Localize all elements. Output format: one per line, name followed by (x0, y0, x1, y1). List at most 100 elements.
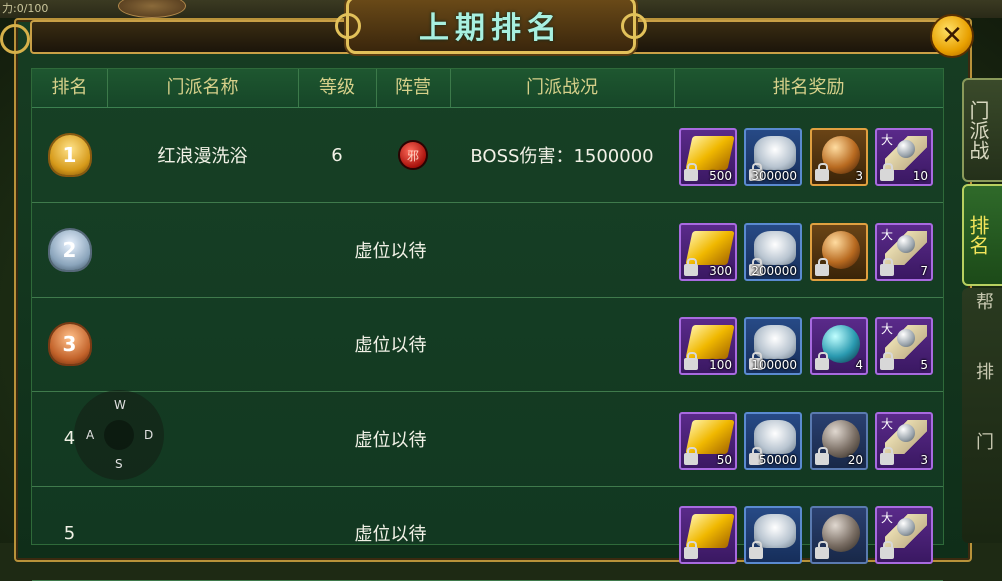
reward-count: 500 (709, 169, 732, 183)
rank-medal-icon: 1 (49, 135, 90, 175)
rank-cell: 1 (32, 108, 107, 202)
side-partial-2[interactable]: 排 (976, 358, 994, 384)
reward-count: 100000 (751, 358, 797, 372)
header-rewards: 排名奖励 (772, 77, 845, 98)
side-partial-3[interactable]: 门 (976, 428, 994, 454)
lock-icon (880, 541, 894, 559)
joystick-key-d: D (144, 428, 154, 442)
faction-cell: 邪 (376, 108, 450, 202)
sect-level: 6 (331, 144, 343, 166)
reward-item[interactable]: 200000 (744, 222, 802, 281)
reward-count: 300 (709, 263, 732, 278)
reward-count: 50 (716, 452, 732, 467)
window-title: 上期排名 (419, 11, 563, 46)
table-row: 4 虚位以待 50 50000 20 大 3 (32, 392, 943, 487)
virtual-joystick[interactable]: W A D S (74, 390, 164, 480)
reward-item[interactable]: 大3 (875, 411, 933, 470)
reward-item[interactable]: 20 (810, 411, 868, 470)
lock-icon (684, 352, 698, 370)
lock-icon (749, 541, 763, 559)
vacant-status: 虚位以待 (354, 524, 427, 545)
reward-count: 20 (847, 452, 863, 467)
tab-ranking[interactable]: 排名 (962, 184, 1002, 286)
reward-item[interactable]: 50000 (744, 411, 802, 470)
reward-count: 100 (709, 358, 732, 372)
close-icon: ✕ (941, 21, 963, 51)
reward-count: 3 (855, 169, 863, 183)
close-button[interactable]: ✕ (930, 14, 974, 58)
lock-icon (815, 352, 829, 370)
lock-icon (880, 163, 894, 181)
reward-count: 300000 (751, 169, 797, 183)
joystick-key-s: S (115, 457, 123, 471)
header-faction: 阵营 (376, 69, 451, 107)
tab-ranking-label: 排名 (966, 215, 990, 255)
lock-icon (684, 163, 698, 181)
reward-item[interactable] (810, 506, 868, 564)
header-rank: 排名 (32, 69, 108, 107)
reward-item[interactable]: 3 (810, 128, 868, 186)
size-tag: 大 (881, 133, 894, 147)
rank-cell: 2 (32, 203, 107, 297)
vacant-status: 虚位以待 (354, 335, 427, 356)
rank-cell: 3 (32, 297, 107, 391)
reward-item[interactable]: 500 (679, 128, 737, 186)
tab-sect-battle[interactable]: 门派战 (962, 78, 1002, 182)
reward-item[interactable] (679, 506, 737, 564)
reward-item[interactable]: 300 (679, 222, 737, 281)
lock-icon (880, 446, 894, 465)
lock-icon (684, 257, 698, 276)
size-tag: 大 (881, 416, 894, 431)
reward-item[interactable]: 50 (679, 411, 737, 470)
reward-count: 5 (920, 358, 928, 372)
joystick-thumb[interactable] (104, 420, 134, 450)
reward-item[interactable] (810, 222, 868, 281)
table-row: 5 虚位以待 大 (32, 486, 943, 581)
header-level: 等级 (298, 69, 377, 107)
table-header: 排名 门派名称 等级 阵营 门派战况 排名奖励 (32, 69, 943, 108)
reward-count: 50000 (758, 452, 797, 467)
rank-number: 5 (63, 522, 76, 544)
power-text: 力:0/100 (2, 2, 49, 15)
lock-icon (815, 163, 829, 181)
reward-item[interactable]: 4 (810, 317, 868, 375)
lock-icon (684, 446, 698, 465)
title-plaque: 上期排名 (335, 0, 647, 54)
table-row: 1 红浪漫洗浴 6 邪 BOSS伤害：1500000 500 300000 3 大 10 (32, 108, 943, 203)
reward-item[interactable]: 100000 (744, 317, 802, 375)
lock-icon (815, 446, 829, 465)
rank-medal-icon: 3 (49, 324, 90, 364)
size-tag: 大 (881, 227, 894, 242)
reward-count: 7 (920, 263, 928, 278)
side-menu-partial: 帮 排 门 (962, 288, 1002, 543)
reward-count: 200000 (751, 263, 797, 278)
table-row: 3 虚位以待 100 100000 4 大 5 (32, 297, 943, 392)
reward-item[interactable]: 100 (679, 317, 737, 375)
battle-status: BOSS伤害：1500000 (470, 146, 654, 167)
table-row: 2 虚位以待 300 200000 大 7 (32, 203, 943, 298)
sect-name: 红浪漫洗浴 (157, 146, 248, 167)
reward-item[interactable]: 大 (875, 506, 933, 564)
reward-count: 10 (912, 169, 928, 183)
size-tag: 大 (881, 322, 894, 336)
reward-count: 3 (920, 452, 928, 467)
lock-icon (880, 257, 894, 276)
reward-item[interactable]: 大 10 (875, 128, 933, 186)
evil-faction-icon: 邪 (398, 140, 428, 170)
tab-sect-battle-label: 门派战 (966, 100, 990, 160)
reward-item[interactable]: 大5 (875, 317, 933, 375)
reward-item[interactable]: 300000 (744, 128, 802, 186)
lock-icon (815, 257, 829, 276)
side-partial-1[interactable]: 帮 (976, 288, 994, 314)
rank-cell: 5 (32, 486, 107, 580)
lock-icon (880, 352, 894, 370)
reward-item[interactable] (744, 506, 802, 564)
size-tag: 大 (881, 511, 894, 525)
lock-icon (684, 541, 698, 559)
corner-ornament-icon (0, 24, 30, 54)
ranking-table: 排名 门派名称 等级 阵营 门派战况 排名奖励 1 红浪漫洗浴 6 邪 BOSS伤害：1… (31, 68, 944, 581)
rank-medal-icon: 2 (49, 229, 90, 270)
rage-badge[interactable] (118, 0, 186, 18)
reward-item[interactable]: 大7 (875, 222, 933, 281)
vacant-status: 虚位以待 (354, 240, 427, 262)
